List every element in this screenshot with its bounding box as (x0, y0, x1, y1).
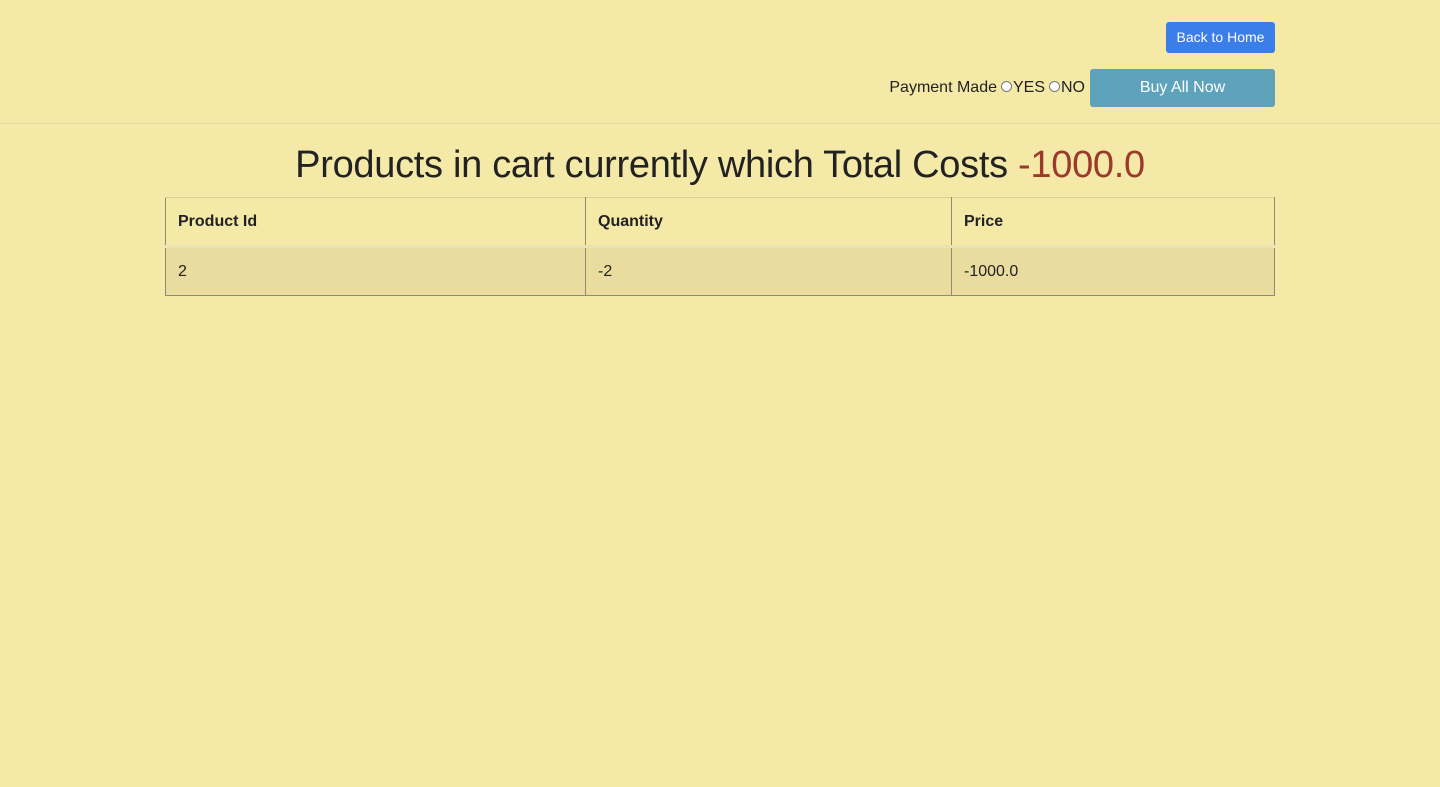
payment-no-option[interactable]: NO (1049, 79, 1085, 97)
payment-row: Payment Made YES NO Buy All Now (0, 69, 1275, 107)
total-cost-value: -1000.0 (1018, 144, 1145, 186)
cell-price: -1000.0 (951, 246, 1275, 296)
page-title: Products in cart currently which Total C… (0, 124, 1440, 197)
column-header-quantity: Quantity (585, 197, 952, 248)
top-bar: Back to Home Payment Made YES NO Buy All… (0, 0, 1440, 124)
page-title-text: Products in cart currently which Total C… (295, 144, 1008, 186)
cell-quantity: -2 (585, 246, 952, 296)
cell-product-id: 2 (165, 246, 586, 296)
payment-yes-option[interactable]: YES (1000, 79, 1045, 97)
column-header-product-id: Product Id (165, 197, 586, 248)
column-header-price: Price (951, 197, 1275, 248)
payment-yes-label: YES (1012, 79, 1045, 96)
radio-yes-icon[interactable] (1000, 81, 1012, 92)
table-header-row: Product Id Quantity Price (165, 197, 1275, 248)
buy-all-now-button[interactable]: Buy All Now (1090, 69, 1275, 107)
table-row: 2 -2 -1000.0 (165, 246, 1275, 296)
radio-no-icon[interactable] (1049, 81, 1060, 92)
cart-table: Product Id Quantity Price 2 -2 -1000.0 (165, 197, 1275, 296)
payment-no-label: NO (1061, 79, 1085, 96)
back-to-home-button[interactable]: Back to Home (1166, 22, 1275, 53)
payment-made-label: Payment Made (889, 79, 997, 96)
